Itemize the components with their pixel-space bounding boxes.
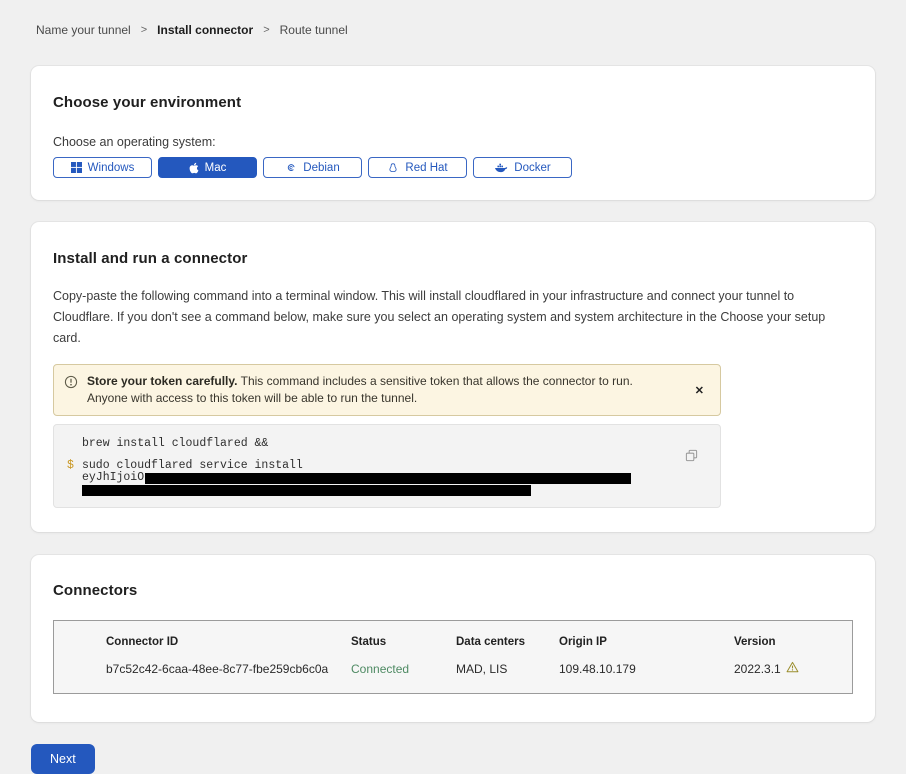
os-button-label: Red Hat [405,162,447,174]
connectors-table: Connector ID Status Data centers Origin … [53,620,853,694]
os-button-debian[interactable]: Debian [263,157,362,178]
close-icon[interactable]: ✕ [691,382,708,399]
header-data-centers: Data centers [456,636,559,648]
version-value: 2022.3.1 [734,661,852,676]
redhat-icon [387,162,399,174]
os-button-docker[interactable]: Docker [473,157,572,178]
connectors-card-title: Connectors [53,582,853,599]
terminal-line-sudo: sudo cloudflared service install [82,460,720,472]
token-redaction-bar [82,485,531,496]
os-button-label: Mac [205,162,227,174]
header-connector-id: Connector ID [106,636,351,648]
table-row: b7c52c42-6caa-48ee-8c77-fbe259cb6c0a Con… [54,661,852,676]
token-warning-banner: Store your token carefully. This command… [53,364,721,416]
install-card-title: Install and run a connector [53,250,853,267]
version-number: 2022.3.1 [734,662,781,676]
os-button-redhat[interactable]: Red Hat [368,157,467,178]
token-prefix: eyJhIjoiO [82,472,144,484]
breadcrumb-name-your-tunnel[interactable]: Name your tunnel [36,23,131,37]
terminal-line-brew: brew install cloudflared && [82,438,720,450]
install-description: Copy-paste the following command into a … [53,286,853,349]
copy-icon[interactable] [685,449,698,465]
next-button[interactable]: Next [31,744,95,774]
docker-icon [494,162,508,173]
os-select-label: Choose an operating system: [53,135,853,149]
debian-icon [285,162,297,174]
breadcrumb-route-tunnel[interactable]: Route tunnel [280,23,348,37]
terminal-prompt: $ [67,460,74,472]
info-circle-icon [64,375,78,394]
breadcrumb-install-connector[interactable]: Install connector [157,23,253,37]
connector-id-value: b7c52c42-6caa-48ee-8c77-fbe259cb6c0a [106,662,351,676]
terminal-prompt-row: $ sudo cloudflared service install [54,460,720,472]
breadcrumb-separator: > [141,24,147,36]
token-warning-title: Store your token carefully. [87,374,238,388]
os-button-label: Windows [88,162,135,174]
os-button-windows[interactable]: Windows [53,157,152,178]
terminal-command-block: brew install cloudflared && $ sudo cloud… [53,424,721,508]
os-button-label: Docker [514,162,550,174]
connectors-table-header: Connector ID Status Data centers Origin … [54,636,852,648]
os-button-label: Debian [303,162,339,174]
header-status: Status [351,636,456,648]
environment-card-title: Choose your environment [53,94,853,111]
origin-ip-value: 109.48.10.179 [559,662,734,676]
environment-card: Choose your environment Choose an operat… [31,66,875,200]
warning-triangle-icon [786,661,799,676]
data-centers-value: MAD, LIS [456,662,559,676]
header-version: Version [734,636,852,648]
breadcrumb: Name your tunnel > Install connector > R… [0,0,906,37]
status-badge: Connected [351,662,456,676]
token-warning-text: Store your token carefully. This command… [87,373,662,407]
windows-icon [71,162,82,173]
connectors-card: Connectors Connector ID Status Data cent… [31,555,875,722]
os-button-mac[interactable]: Mac [158,157,257,178]
os-button-group: Windows Mac Debian [53,157,853,178]
breadcrumb-separator: > [263,24,269,36]
header-origin-ip: Origin IP [559,636,734,648]
install-connector-card: Install and run a connector Copy-paste t… [31,222,875,532]
terminal-token-line: eyJhIjoiO [82,472,720,484]
token-redaction-bar [145,473,631,484]
apple-icon [189,162,199,174]
